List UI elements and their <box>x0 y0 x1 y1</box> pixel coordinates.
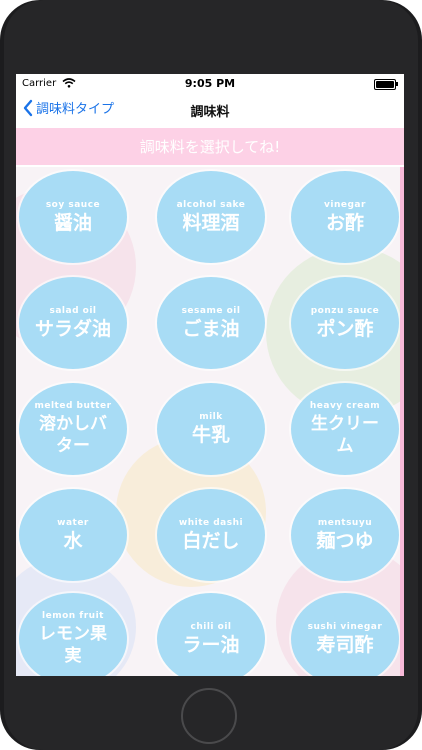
seasoning-english-label: melted butter <box>34 401 112 411</box>
side-accent-strip <box>400 167 404 676</box>
seasoning-japanese-label: 牛乳 <box>191 424 230 446</box>
app-screen: Carrier 9:05 PM 調味料タイプ 調味料 調味料を選択してね! so… <box>16 74 404 676</box>
status-time: 9:05 PM <box>184 77 236 90</box>
seasoning-japanese-label: 水 <box>63 530 83 552</box>
seasoning-english-label: mentsuyu <box>317 518 373 528</box>
seasoning-japanese-label: ポン酢 <box>316 318 374 340</box>
seasoning-item[interactable]: soy sauce 醤油 <box>19 171 127 263</box>
seasoning-item[interactable]: melted butter 溶かしバター <box>19 383 127 475</box>
seasoning-english-label: water <box>57 518 89 528</box>
seasoning-japanese-label: 寿司酢 <box>316 634 374 656</box>
navigation-bar: 調味料タイプ 調味料 <box>16 94 404 126</box>
seasoning-item[interactable]: sushi vinegar 寿司酢 <box>291 593 399 676</box>
battery-icon <box>374 79 398 90</box>
seasoning-japanese-label: 醤油 <box>53 212 92 234</box>
seasoning-item[interactable]: heavy cream 生クリーム <box>291 383 399 475</box>
seasoning-item[interactable]: salad oil サラダ油 <box>19 277 127 369</box>
seasoning-english-label: chili oil <box>190 622 232 632</box>
seasoning-japanese-label: ラー油 <box>182 634 240 656</box>
seasoning-english-label: heavy cream <box>309 401 381 411</box>
seasoning-item[interactable]: vinegar お酢 <box>291 171 399 263</box>
seasoning-japanese-label: 生クリーム <box>311 414 379 456</box>
seasoning-item[interactable]: chili oil ラー油 <box>157 593 265 676</box>
seasoning-japanese-label: ごま油 <box>182 318 240 340</box>
seasoning-item[interactable]: sesame oil ごま油 <box>157 277 265 369</box>
seasoning-english-label: vinegar <box>324 200 366 210</box>
battery-level <box>376 81 394 88</box>
status-bar: Carrier 9:05 PM <box>16 74 404 94</box>
seasoning-english-label: ponzu sauce <box>310 306 380 316</box>
seasoning-english-label: soy sauce <box>45 200 101 210</box>
seasoning-japanese-label: お酢 <box>325 212 364 234</box>
seasoning-item[interactable]: alcohol sake 料理酒 <box>157 171 265 263</box>
seasoning-english-label: white dashi <box>178 518 244 528</box>
seasoning-japanese-label: 溶かしバター <box>39 414 107 456</box>
seasoning-japanese-label: サラダ油 <box>34 318 111 340</box>
seasoning-item[interactable]: lemon fruit レモン果実 <box>19 593 127 676</box>
seasoning-english-label: salad oil <box>49 306 97 316</box>
instruction-banner: 調味料を選択してね! <box>16 128 404 165</box>
seasoning-japanese-label: 白だし <box>182 530 240 552</box>
seasoning-english-label: sesame oil <box>181 306 241 316</box>
seasoning-item[interactable]: water 水 <box>19 489 127 581</box>
seasoning-item[interactable]: white dashi 白だし <box>157 489 265 581</box>
seasoning-japanese-label: 料理酒 <box>182 212 240 234</box>
seasoning-english-label: lemon fruit <box>42 611 104 621</box>
seasoning-japanese-label: 麺つゆ <box>316 530 374 552</box>
seasoning-english-label: sushi vinegar <box>307 622 383 632</box>
page-title: 調味料 <box>190 105 230 120</box>
home-button[interactable] <box>181 688 237 744</box>
seasoning-item[interactable]: mentsuyu 麺つゆ <box>291 489 399 581</box>
seasoning-item[interactable]: ponzu sauce ポン酢 <box>291 277 399 369</box>
seasoning-english-label: alcohol sake <box>176 200 246 210</box>
seasoning-grid: soy sauce 醤油 alcohol sake 料理酒 vinegar お酢 salad… <box>16 167 404 676</box>
seasoning-english-label: milk <box>199 412 223 422</box>
seasoning-item[interactable]: milk 牛乳 <box>157 383 265 475</box>
seasoning-japanese-label: レモン果実 <box>39 624 107 666</box>
